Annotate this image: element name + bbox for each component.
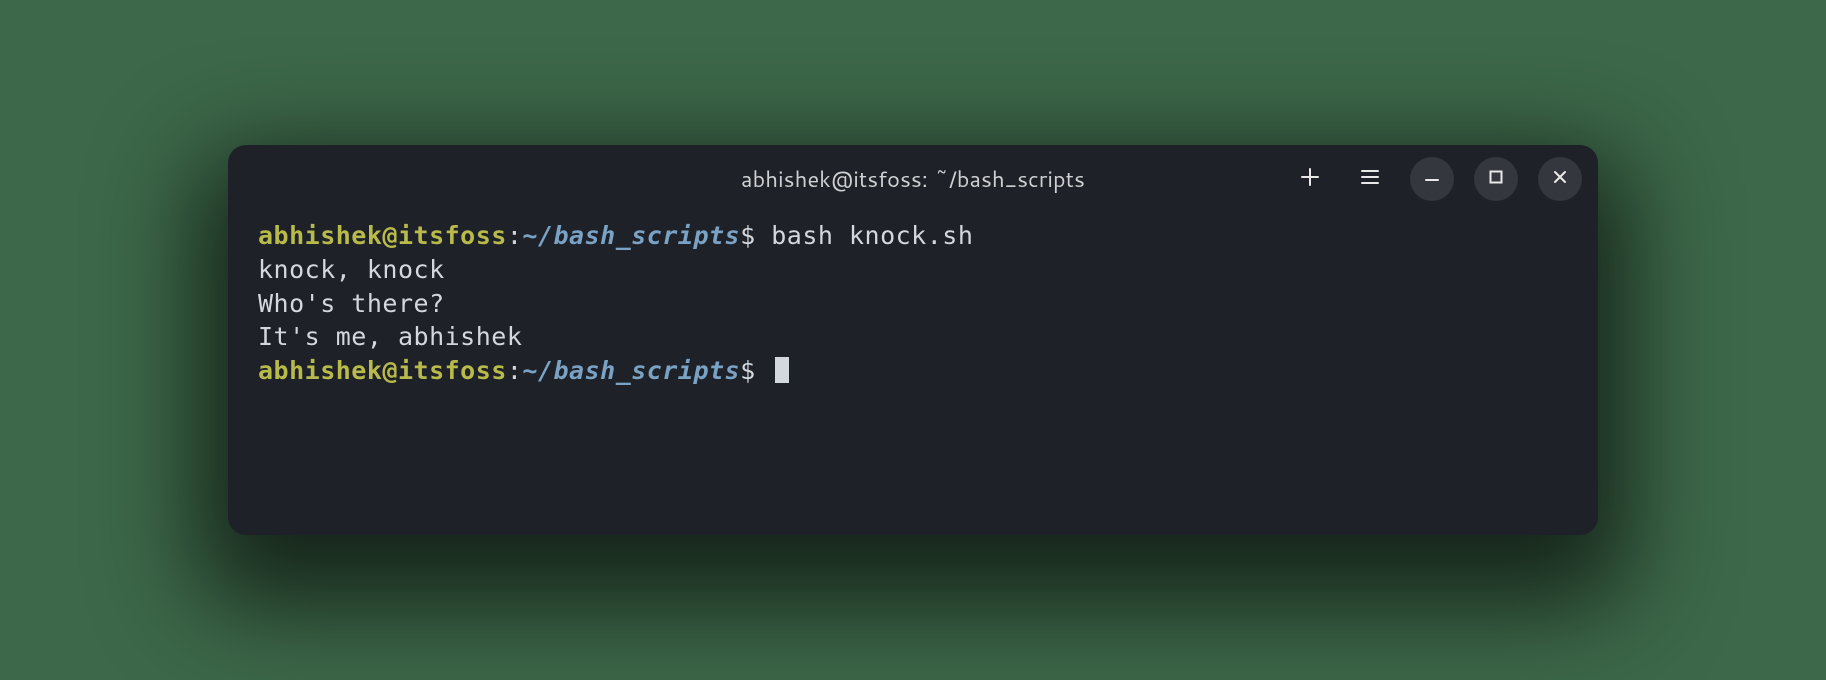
maximize-button[interactable] bbox=[1474, 157, 1518, 201]
prompt-dollar: $ bbox=[740, 221, 756, 250]
new-tab-button[interactable] bbox=[1290, 159, 1330, 199]
prompt-path: ~/bash_scripts bbox=[522, 356, 740, 385]
prompt-line-2: abhishek@itsfoss:~/bash_scripts$ bbox=[258, 354, 1568, 388]
terminal-body[interactable]: abhishek@itsfoss:~/bash_scripts$ bash kn… bbox=[228, 213, 1598, 535]
terminal-window: abhishek@itsfoss: ~/bash_scripts bbox=[228, 145, 1598, 535]
output-line: Who's there? bbox=[258, 287, 1568, 321]
prompt-command bbox=[756, 356, 772, 385]
maximize-icon bbox=[1487, 168, 1505, 190]
titlebar-controls bbox=[1290, 157, 1582, 201]
minimize-icon bbox=[1423, 168, 1441, 190]
menu-button[interactable] bbox=[1350, 159, 1390, 199]
prompt-line-1: abhishek@itsfoss:~/bash_scripts$ bash kn… bbox=[258, 219, 1568, 253]
close-button[interactable] bbox=[1538, 157, 1582, 201]
minimize-button[interactable] bbox=[1410, 157, 1454, 201]
prompt-colon: : bbox=[507, 221, 523, 250]
prompt-user-host: abhishek@itsfoss bbox=[258, 356, 507, 385]
prompt-user-host: abhishek@itsfoss bbox=[258, 221, 507, 250]
prompt-dollar: $ bbox=[740, 356, 756, 385]
titlebar: abhishek@itsfoss: ~/bash_scripts bbox=[228, 145, 1598, 213]
menu-icon bbox=[1359, 166, 1381, 192]
output-line: It's me, abhishek bbox=[258, 320, 1568, 354]
cursor bbox=[775, 357, 789, 383]
output-line: knock, knock bbox=[258, 253, 1568, 287]
plus-icon bbox=[1299, 166, 1321, 192]
prompt-command: bash knock.sh bbox=[756, 221, 974, 250]
prompt-path: ~/bash_scripts bbox=[522, 221, 740, 250]
close-icon bbox=[1551, 168, 1569, 190]
prompt-colon: : bbox=[507, 356, 523, 385]
